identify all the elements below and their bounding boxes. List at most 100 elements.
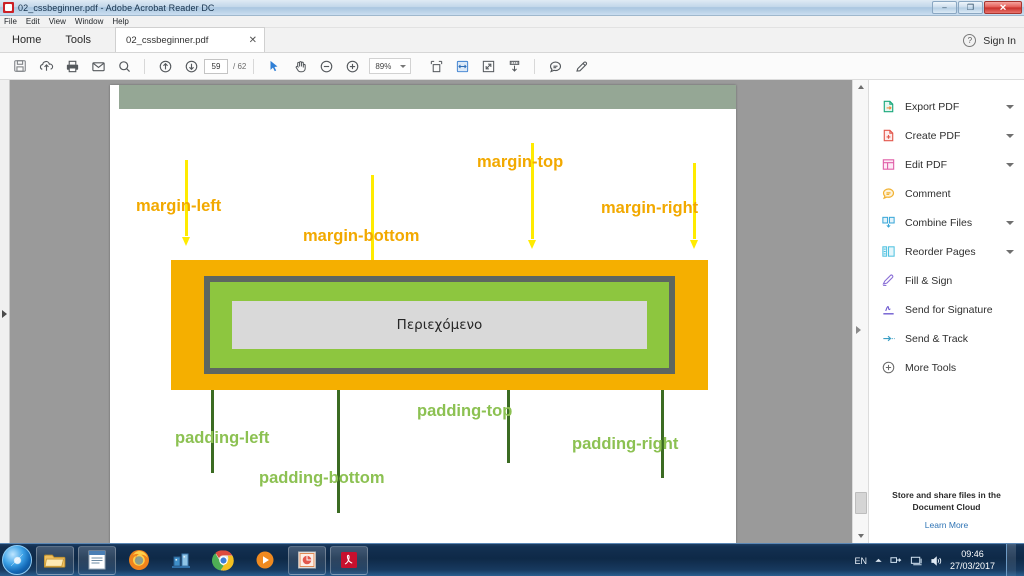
highlight-icon[interactable] [568,53,594,79]
sidebar-label-more-tools: More Tools [905,361,957,374]
previous-page-icon[interactable] [152,53,178,79]
sidebar-label-send-for-signature: Send for Signature [905,303,993,316]
chevron-down-icon-edit-pdf[interactable] [1006,162,1014,167]
action-center-icon[interactable] [910,555,923,567]
scroll-down-button[interactable] [853,529,869,543]
toolbar-separator-3 [534,58,536,74]
sidebar-label-reorder-pages: Reorder Pages [905,245,976,258]
tools-sidebar: Export PDF Create PDF Edit PDF Comment C… [868,80,1024,543]
main-toolbar: 59 / 62 89% [0,53,1024,80]
content-box: Περιεχόμενο [232,301,647,349]
sidebar-item-fill-and-sign[interactable]: Fill & Sign [869,266,1024,295]
select-cursor-icon[interactable] [261,53,287,79]
taskbar-powerpoint[interactable] [288,545,326,575]
learn-more-link[interactable]: Learn More [881,520,1012,530]
sidebar-item-more-tools[interactable]: More Tools [869,353,1024,382]
menu-window[interactable]: Window [75,17,103,26]
taskbar-media-player[interactable] [246,546,284,575]
taskbar-acrobat-reader[interactable] [330,545,368,575]
sidebar-label-send-and-track: Send & Track [905,332,969,345]
navigation-pane-collapsed[interactable] [0,80,10,543]
acrobat-reader-window: 02_cssbeginner.pdf - Adobe Acrobat Reade… [0,0,1024,576]
zoom-level-select[interactable]: 89% [369,58,412,74]
create-pdf-icon [879,127,897,145]
start-button[interactable] [2,545,32,575]
sidebar-label-edit-pdf: Edit PDF [905,158,948,171]
menu-view[interactable]: View [49,17,66,26]
toolbar-separator-2 [253,58,255,74]
sidebar-item-edit-pdf[interactable]: Edit PDF [869,150,1024,179]
taskbar-windows-explorer[interactable] [36,545,74,575]
chevron-down-icon [400,65,407,68]
show-desktop-button[interactable] [1006,544,1016,576]
label-padding-right: padding-right [572,435,679,453]
minimize-button[interactable]: – [932,1,957,14]
scrollbar-thumb[interactable] [855,492,867,514]
pdf-page: Περιεχόμενο margin-left margin-top margi… [110,85,736,543]
label-margin-top: margin-top [477,153,564,171]
network-icon[interactable] [890,555,903,567]
vertical-scrollbar[interactable] [852,80,868,543]
tab-tools[interactable]: Tools [53,27,103,52]
menu-help[interactable]: Help [112,17,128,26]
language-indicator[interactable]: EN [854,556,867,566]
window-controls: – ❐ ✕ [932,1,1022,14]
taskbar-word-document[interactable] [78,545,116,575]
fit-page-icon[interactable] [423,53,449,79]
zoom-in-icon[interactable] [339,53,365,79]
tab-home[interactable]: Home [0,27,53,52]
chevron-down-icon-create-pdf[interactable] [1006,133,1014,138]
sign-in-button[interactable]: Sign In [983,35,1016,47]
sidebar-item-export-pdf[interactable]: Export PDF [869,92,1024,121]
chevron-down-icon-export-pdf[interactable] [1006,104,1014,109]
sidebar-item-comment[interactable]: Comment [869,179,1024,208]
reorder-pages-icon [879,243,897,261]
search-icon[interactable] [111,53,137,79]
close-button[interactable]: ✕ [984,1,1022,14]
tab-close-icon[interactable]: ✕ [249,35,257,46]
fit-width-icon[interactable] [449,53,475,79]
sidebar-item-reorder-pages[interactable]: Reorder Pages [869,237,1024,266]
sidebar-item-combine-files[interactable]: Combine Files [869,208,1024,237]
print-icon[interactable] [59,53,85,79]
chevron-down-icon-reorder-pages[interactable] [1006,249,1014,254]
menu-edit[interactable]: Edit [26,17,40,26]
title-bar: 02_cssbeginner.pdf - Adobe Acrobat Reade… [0,0,1024,16]
save-icon[interactable] [7,53,33,79]
taskbar-clock[interactable]: 09:46 27/03/2017 [950,549,995,572]
expand-navigation-icon[interactable] [2,310,7,318]
zoom-level-value: 89% [375,61,392,71]
document-viewer: Περιεχόμενο margin-left margin-top margi… [0,80,868,543]
help-icon[interactable]: ? [963,34,977,47]
sidebar-label-fill-and-sign: Fill & Sign [905,274,953,287]
sidebar-item-send-and-track[interactable]: Send & Track [869,324,1024,353]
upload-cloud-icon[interactable] [33,53,59,79]
page-number-input[interactable]: 59 [204,58,228,74]
menu-file[interactable]: File [4,17,17,26]
toolbar-separator [144,58,145,74]
scroll-mode-icon[interactable] [501,53,527,79]
taskbar-firefox[interactable] [120,546,158,575]
email-icon[interactable] [85,53,111,79]
promo-line-1: Store and share files in the [892,490,1001,501]
show-hidden-icons[interactable] [874,556,883,565]
sidebar-item-send-for-signature[interactable]: Send for Signature [869,295,1024,324]
chevron-down-icon-combine-files[interactable] [1006,220,1014,225]
fullscreen-icon[interactable] [475,53,501,79]
tab-bar: Home Tools 02_cssbeginner.pdf ✕ ? Sign I… [0,27,1024,53]
split-view-handle[interactable] [856,325,865,334]
hand-tool-icon[interactable] [287,53,313,79]
sidebar-item-create-pdf[interactable]: Create PDF [869,121,1024,150]
taskbar-blue-app[interactable] [162,546,200,575]
tab-document[interactable]: 02_cssbeginner.pdf ✕ [115,27,266,52]
volume-icon[interactable] [930,555,943,567]
maximize-button[interactable]: ❐ [958,1,983,14]
next-page-icon[interactable] [178,53,204,79]
page-total-label: / 62 [233,61,247,71]
label-padding-bottom: padding-bottom [259,469,385,487]
comment-icon[interactable] [542,53,568,79]
zoom-out-icon[interactable] [313,53,339,79]
scroll-up-button[interactable] [853,80,869,94]
document-cloud-promo: Store and share files in the Document Cl… [869,490,1024,530]
taskbar-chrome[interactable] [204,546,242,575]
